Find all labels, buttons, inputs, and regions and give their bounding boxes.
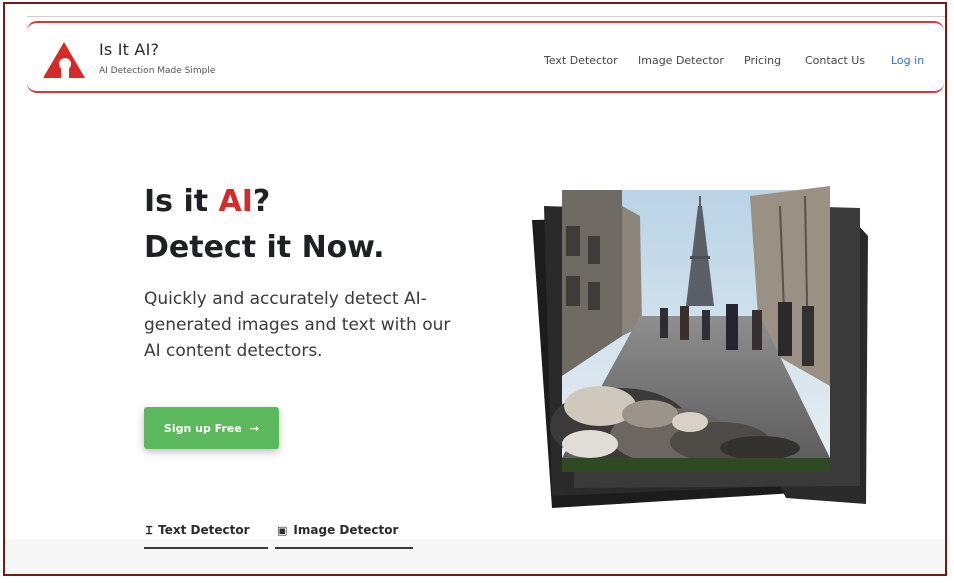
tab-image-detector-label: Image Detector <box>293 523 399 537</box>
tab-text-detector[interactable]: Ɪ Text Detector <box>144 523 268 549</box>
text-cursor-icon: Ɪ <box>146 524 153 537</box>
logo-icon <box>43 42 85 78</box>
nav-pricing[interactable]: Pricing <box>744 54 781 67</box>
nav-text-detector[interactable]: Text Detector <box>544 54 618 67</box>
hero-title-line1: Is it AI? <box>144 179 384 225</box>
tab-text-detector-label: Text Detector <box>158 523 250 537</box>
image-icon: ▣ <box>277 524 288 537</box>
hero-title-accent: AI <box>218 184 253 219</box>
hero-subtitle: Quickly and accurately detect AI-generat… <box>144 289 451 361</box>
hero-title-part2: ? <box>252 184 271 219</box>
nav-image-detector[interactable]: Image Detector <box>638 54 724 67</box>
tab-image-detector[interactable]: ▣ Image Detector <box>275 523 413 549</box>
hero-title: Is it AI? Detect it Now. <box>144 179 384 271</box>
brand-tagline: AI Detection Made Simple <box>99 66 216 76</box>
signup-button[interactable]: Sign up Free → <box>144 407 279 449</box>
hero-image-stack <box>530 186 870 516</box>
arrow-right-icon: → <box>249 421 260 435</box>
browser-frame: Is It AI? AI Detection Made Simple Text … <box>3 2 947 576</box>
nav-contact-us[interactable]: Contact Us <box>805 54 865 67</box>
top-divider <box>27 16 945 17</box>
brand-title: Is It AI? <box>99 40 160 59</box>
navbar: Is It AI? AI Detection Made Simple Text … <box>27 21 944 93</box>
front-photo <box>550 186 830 472</box>
hero-title-part1: Is it <box>144 184 219 219</box>
image-stack-graphic <box>532 186 868 508</box>
signup-label: Sign up Free <box>163 421 242 435</box>
hero-title-line2: Detect it Now. <box>144 230 385 265</box>
nav-login[interactable]: Log in <box>891 54 924 67</box>
